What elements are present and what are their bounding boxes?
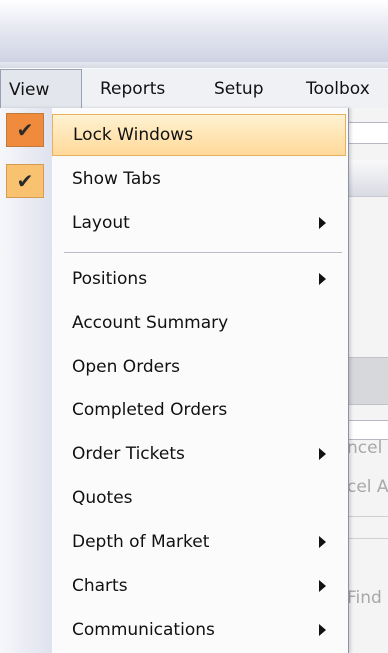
window-title-bar: [0, 0, 388, 62]
checkmark-icon: ✔: [6, 113, 44, 147]
background-input-field-2[interactable]: [345, 420, 388, 440]
menu-item-label: Completed Orders: [72, 400, 228, 420]
menu-item-label: Communications: [72, 620, 215, 640]
menu-item-lock-windows[interactable]: Lock Windows: [52, 114, 346, 156]
menu-item-label: Account Summary: [72, 313, 229, 333]
view-dropdown-menu: Lock Windows Show Tabs Layout Positions …: [0, 108, 349, 653]
menu-item-quotes[interactable]: Quotes: [52, 477, 346, 519]
background-input-field[interactable]: [345, 122, 388, 144]
menu-item-communications[interactable]: Communications: [52, 609, 346, 651]
menu-toolbox[interactable]: Toolbox: [292, 69, 382, 109]
menu-item-label: Open Orders: [72, 357, 180, 377]
menu-item-label: Quotes: [72, 488, 133, 508]
menu-item-label: Charts: [72, 576, 128, 596]
menu-item-label: Positions: [72, 269, 148, 289]
menu-item-positions[interactable]: Positions: [52, 258, 346, 300]
menu-item-order-tickets[interactable]: Order Tickets: [52, 433, 346, 475]
menu-item-label: Lock Windows: [73, 125, 194, 145]
menu-item-charts[interactable]: Charts: [52, 565, 346, 607]
background-divider: [345, 538, 388, 539]
menu-item-completed-orders[interactable]: Completed Orders: [52, 389, 346, 431]
submenu-arrow-icon: [319, 624, 326, 636]
menu-item-account-summary[interactable]: Account Summary: [52, 302, 346, 344]
menu-item-show-tabs[interactable]: Show Tabs: [52, 158, 346, 200]
submenu-arrow-icon: [319, 536, 326, 548]
checkmark-icon: ✔: [6, 164, 44, 198]
menu-item-label: Depth of Market: [72, 532, 210, 552]
menu-view[interactable]: View: [0, 69, 82, 109]
menu-item-depth-of-market[interactable]: Depth of Market: [52, 521, 346, 563]
background-tab-strip: [345, 160, 388, 197]
menu-item-label: Show Tabs: [72, 169, 161, 189]
menu-reports[interactable]: Reports: [82, 69, 196, 109]
background-find-button[interactable]: Find: [347, 588, 382, 608]
background-cancel-button[interactable]: ncel: [347, 438, 382, 458]
menu-item-label: Layout: [72, 213, 130, 233]
background-cancel-all-button[interactable]: cel A: [347, 477, 388, 497]
menu-bar: View Reports Setup Toolbox: [0, 68, 388, 109]
submenu-arrow-icon: [319, 273, 326, 285]
menu-separator: [64, 252, 342, 253]
menu-item-label: Order Tickets: [72, 444, 185, 464]
menu-setup[interactable]: Setup: [196, 69, 292, 109]
menu-item-open-orders[interactable]: Open Orders: [52, 346, 346, 388]
submenu-arrow-icon: [319, 580, 326, 592]
menu-item-layout[interactable]: Layout: [52, 202, 346, 244]
background-divider: [345, 516, 388, 517]
submenu-arrow-icon: [319, 448, 326, 460]
submenu-arrow-icon: [319, 217, 326, 229]
background-grey-panel: [345, 357, 388, 405]
